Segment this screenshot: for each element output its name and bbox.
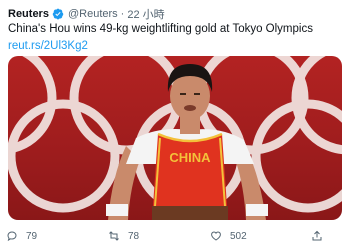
retweet-count: 78 (128, 230, 140, 242)
author-handle[interactable]: @Reuters (68, 8, 118, 20)
tweet-header: Reuters @Reuters · 22 小時 (8, 6, 165, 22)
retweet-button[interactable]: 78 (108, 228, 139, 244)
reply-icon (6, 230, 18, 242)
like-button[interactable]: 502 (210, 228, 247, 244)
tweet-actions: 79 78 502 (0, 226, 350, 246)
tweet-card[interactable]: Reuters @Reuters · 22 小時 China's Hou win… (0, 0, 350, 250)
retweet-icon (108, 230, 120, 242)
weightlifter-photo-illustration: CHINA (8, 56, 342, 220)
tweet-photo[interactable]: CHINA (8, 56, 342, 220)
tweet-text: China's Hou wins 49-kg weightlifting gol… (8, 23, 313, 35)
like-count: 502 (230, 230, 247, 242)
reply-count: 79 (26, 230, 38, 242)
author-name[interactable]: Reuters (8, 8, 49, 20)
share-icon (311, 230, 323, 242)
heart-icon (210, 230, 222, 242)
separator-dot: · (120, 8, 125, 20)
tweet-timestamp[interactable]: 22 小時 (127, 6, 164, 22)
reply-button[interactable]: 79 (6, 228, 37, 244)
jersey-text: CHINA (169, 150, 211, 165)
share-button[interactable] (311, 228, 323, 244)
tweet-link[interactable]: reut.rs/2Ul3Kg2 (8, 39, 88, 54)
verified-badge-icon (52, 8, 64, 20)
